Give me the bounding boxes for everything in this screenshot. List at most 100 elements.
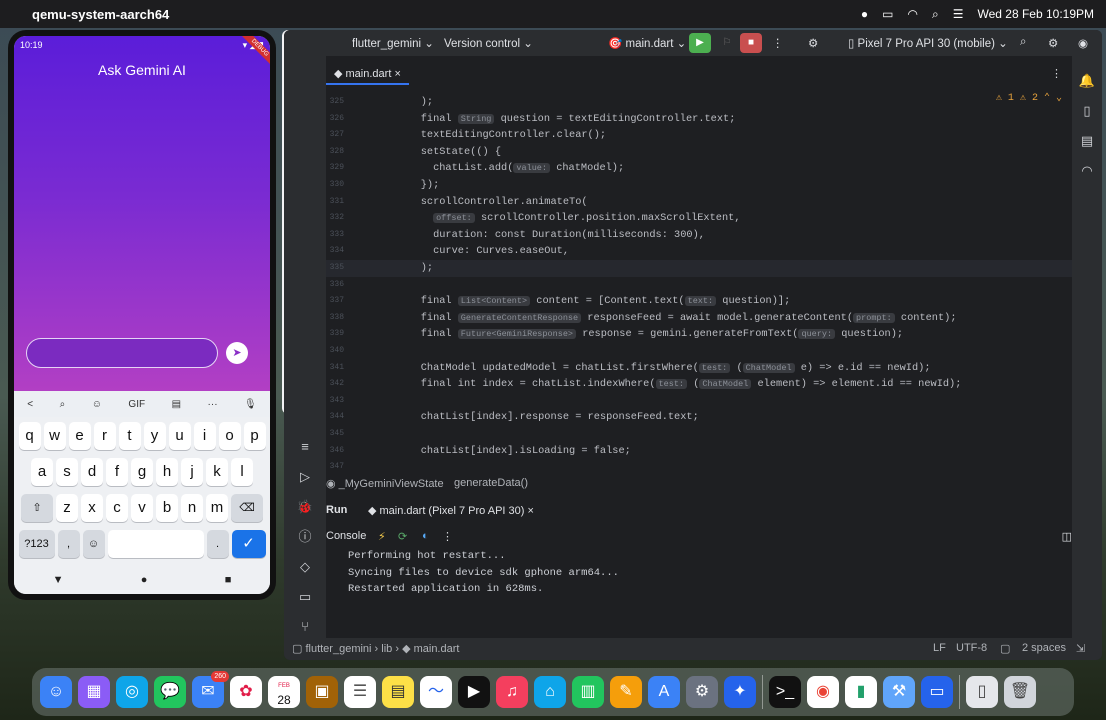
send-button[interactable]: ➤ [226, 342, 248, 364]
key-h[interactable]: h [156, 458, 178, 486]
status-path[interactable]: ▢ flutter_gemini › lib › ◆ main.dart [292, 642, 459, 655]
control-center-icon[interactable]: ☰ [953, 7, 964, 21]
project-selector[interactable]: flutter_gemini ⌄ [352, 36, 434, 50]
backspace-key[interactable]: ⌫ [231, 494, 263, 522]
finder-icon[interactable]: ☺ [40, 676, 72, 708]
space-key[interactable] [107, 530, 204, 558]
problems-icon[interactable]: ⓘ [298, 522, 311, 552]
key-l[interactable]: l [231, 458, 253, 486]
key-b[interactable]: b [156, 494, 178, 522]
key-d[interactable]: d [81, 458, 103, 486]
key-m[interactable]: m [206, 494, 228, 522]
android-studio-icon[interactable]: ▮ [845, 676, 877, 708]
key-o[interactable]: o [218, 422, 241, 450]
vcs-selector[interactable]: Version control ⌄ [444, 36, 533, 50]
chrome-icon[interactable]: ◉ [807, 676, 839, 708]
hot-restart-icon[interactable]: ⟳ [398, 530, 407, 543]
devtools-icon[interactable]: ◐ [422, 530, 429, 542]
numbers-icon[interactable]: ▥ [572, 676, 604, 708]
run-tab[interactable]: ◆ main.dart (Pixel 7 Pro API 30) × [368, 504, 534, 517]
key-y[interactable]: y [143, 422, 166, 450]
key-u[interactable]: u [168, 422, 191, 450]
key-v[interactable]: v [131, 494, 153, 522]
device-selector[interactable]: ▯ Pixel 7 Pro API 30 (mobile) ⌄ [848, 36, 1008, 50]
accessibility-icon[interactable]: ✦ [724, 676, 756, 708]
reminders-icon[interactable]: ☰ [344, 676, 376, 708]
console-more-icon[interactable]: ⋮ [442, 530, 453, 543]
run-config-selector[interactable]: 🎯 main.dart ⌄ [608, 36, 686, 50]
key-t[interactable]: t [118, 422, 141, 450]
editor-menu-icon[interactable]: ⋮ [1051, 67, 1062, 80]
indent-setting[interactable]: 2 spaces [1022, 642, 1066, 654]
tab-main-dart[interactable]: ◆ main.dart × [326, 64, 409, 85]
launchpad-icon[interactable]: ▦ [78, 676, 110, 708]
flutter-inspector-icon[interactable]: ◇ [300, 552, 310, 582]
photos-icon[interactable]: ✿ [230, 676, 262, 708]
key-r[interactable]: r [93, 422, 116, 450]
period-key[interactable]: . [206, 530, 229, 558]
mail-icon[interactable]: ✉ 260 [192, 671, 229, 708]
logcat-icon[interactable]: 🐞 [297, 492, 313, 522]
key-g[interactable]: g [131, 458, 153, 486]
notes-icon[interactable]: ▤ [382, 676, 414, 708]
key-x[interactable]: x [81, 494, 103, 522]
console-output[interactable]: Performing hot restart... Syncing files … [326, 550, 1072, 642]
prompt-input[interactable] [26, 338, 218, 368]
key-k[interactable]: k [206, 458, 228, 486]
readonly-icon[interactable]: ▢ [1000, 642, 1010, 655]
device-explorer-icon[interactable]: ▤ [1072, 126, 1102, 156]
key-j[interactable]: j [181, 458, 203, 486]
wifi-icon[interactable]: ◠ [908, 7, 918, 21]
console-tab[interactable]: Console [326, 530, 366, 542]
tab-close-icon[interactable]: × [394, 68, 400, 80]
pages-icon[interactable]: ✎ [610, 676, 642, 708]
stop-button[interactable]: ■ [740, 33, 762, 53]
key-s[interactable]: s [56, 458, 78, 486]
settings-icon[interactable]: ⚙ [1048, 36, 1058, 50]
keyboard-gif-button[interactable]: GIF [128, 399, 145, 410]
more-actions-icon[interactable]: ⋮ [772, 36, 784, 50]
key-z[interactable]: z [56, 494, 78, 522]
run-button[interactable]: ▶ [689, 33, 711, 53]
keynote-icon[interactable]: ⌂ [534, 676, 566, 708]
key-e[interactable]: e [68, 422, 91, 450]
contacts-icon[interactable]: ▣ [306, 676, 338, 708]
keyboard-sticker-icon[interactable]: ☺ [92, 399, 102, 410]
line-separator[interactable]: LF [933, 642, 946, 654]
breadcrumb-method[interactable]: generateData() [454, 477, 528, 489]
keyboard-search-icon[interactable]: ⌕ [60, 399, 66, 410]
app-store-icon[interactable]: A [648, 676, 680, 708]
device-manager-side-icon[interactable]: ▯ [1072, 96, 1102, 126]
key-a[interactable]: a [31, 458, 53, 486]
device-manager-icon[interactable]: ⚙ [808, 36, 818, 50]
search-everywhere-icon[interactable]: ⌕ [1020, 36, 1026, 49]
system-settings-icon[interactable]: ⚙ [686, 676, 718, 708]
file-encoding[interactable]: UTF-8 [956, 642, 987, 654]
key-w[interactable]: w [43, 422, 66, 450]
hot-reload-icon[interactable]: ⚡ [378, 530, 386, 543]
nav-home-icon[interactable]: ● [141, 574, 148, 586]
terminal-icon[interactable]: ▭ [299, 582, 311, 612]
nav-recents-icon[interactable]: ■ [225, 574, 232, 586]
menubar-clock[interactable]: Wed 28 Feb 10:19PM [977, 7, 1094, 21]
enter-key[interactable]: ✓ [231, 530, 266, 558]
key-p[interactable]: p [243, 422, 266, 450]
terminal-app-icon[interactable]: >_ [769, 676, 801, 708]
shift-key[interactable]: ⇧ [21, 494, 53, 522]
key-q[interactable]: q [18, 422, 41, 450]
messages-icon[interactable]: 💬 [154, 676, 186, 708]
active-app-name[interactable]: qemu-system-aarch64 [32, 7, 169, 22]
keyboard-more-icon[interactable]: ··· [208, 399, 218, 410]
symbols-key[interactable]: ?123 [18, 530, 55, 558]
key-i[interactable]: i [193, 422, 216, 450]
key-n[interactable]: n [181, 494, 203, 522]
code-editor[interactable]: ⚠ 1 ⚠ 2 ⌃ ⌄ 325 ); 326 final String quest… [326, 90, 1072, 474]
structure-icon[interactable]: ≡ [301, 432, 309, 462]
search-icon[interactable]: ⌕ [932, 7, 939, 22]
trash-icon[interactable]: 🗑 [1004, 676, 1036, 708]
keyboard-back-icon[interactable]: < [27, 399, 33, 410]
key-c[interactable]: c [106, 494, 128, 522]
debug-button[interactable]: ⚐ [716, 33, 738, 53]
keyboard-mic-icon[interactable]: 🎙 [244, 399, 257, 410]
safari-icon[interactable]: ◎ [116, 676, 148, 708]
